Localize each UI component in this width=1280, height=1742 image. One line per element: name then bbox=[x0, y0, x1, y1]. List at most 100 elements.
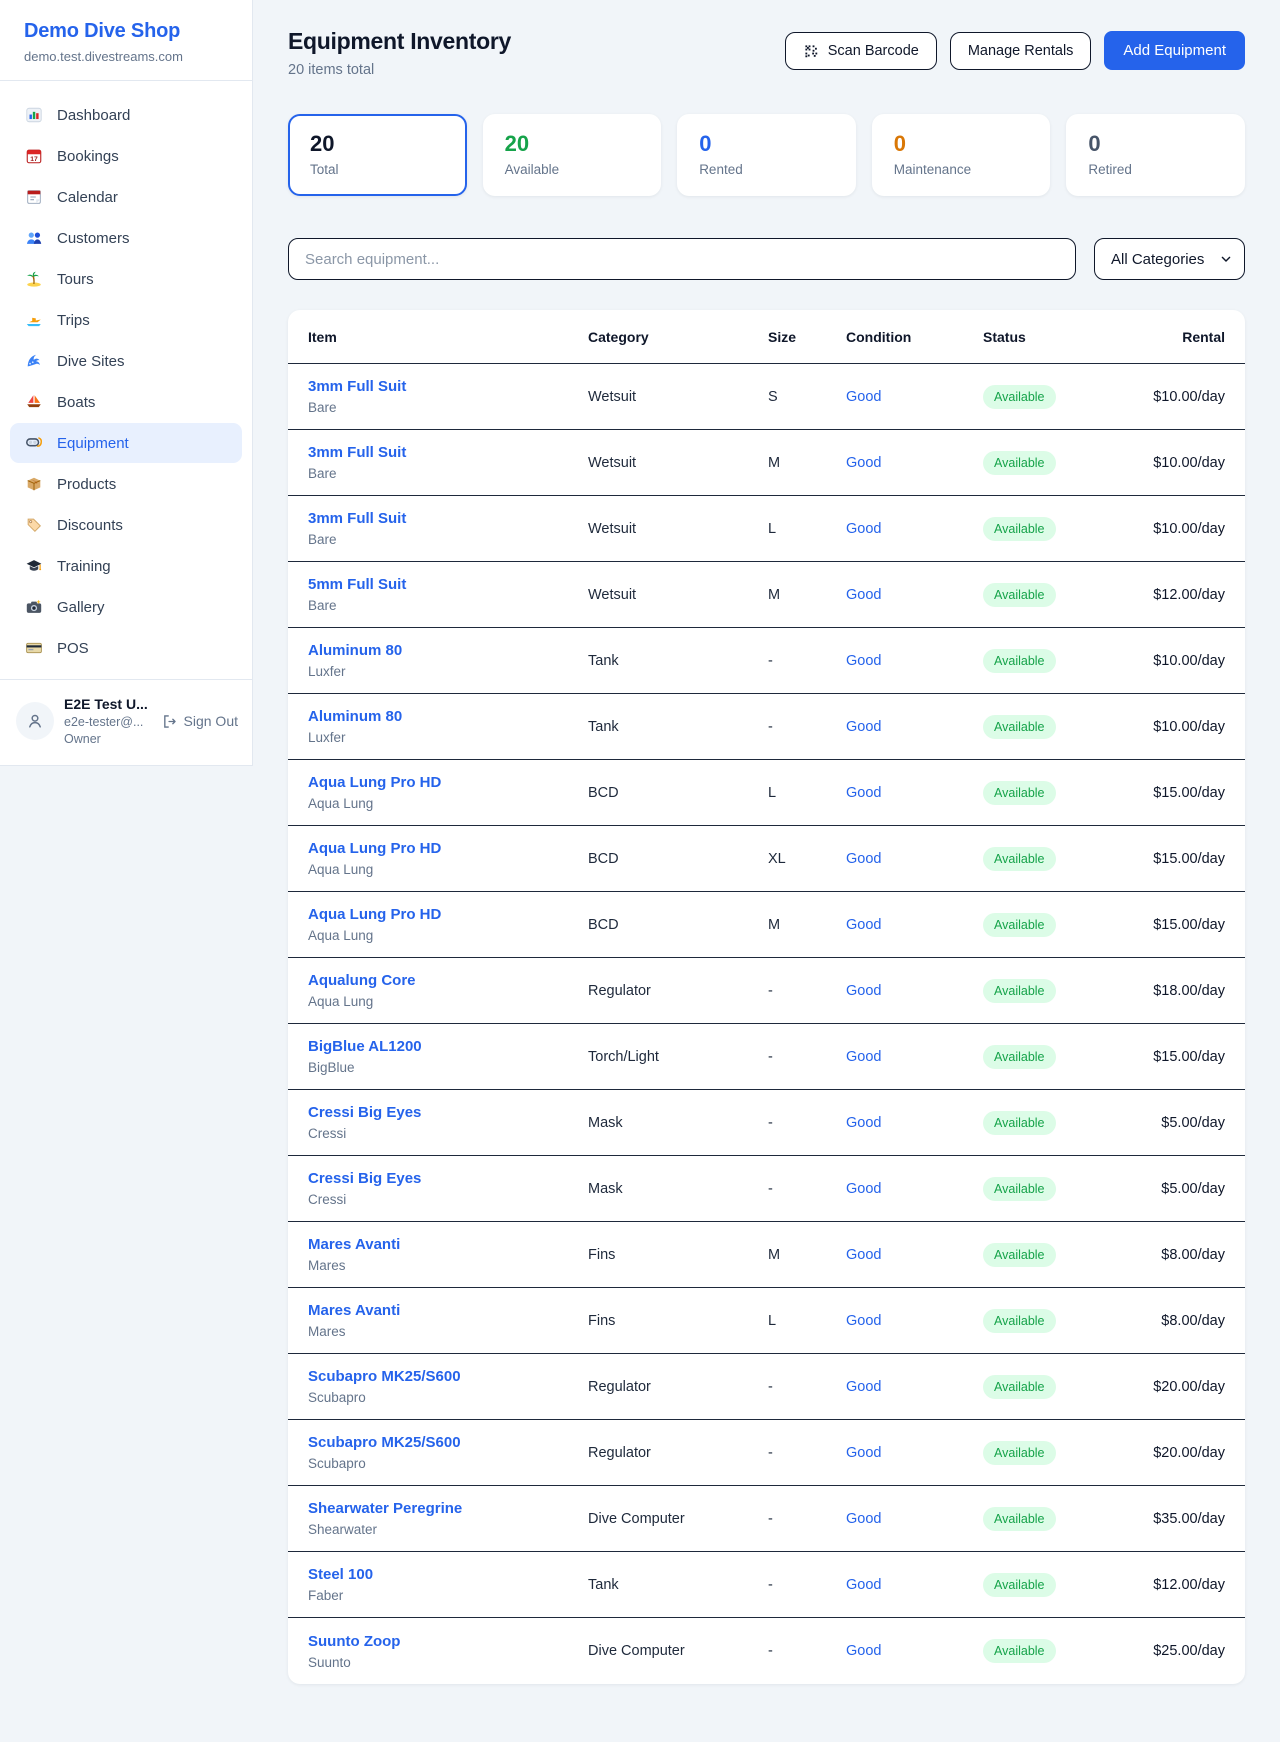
scan-barcode-button[interactable]: Scan Barcode bbox=[785, 32, 937, 70]
item-condition-link[interactable]: Good bbox=[846, 1115, 881, 1131]
item-name-link[interactable]: Aqua Lung Pro HD bbox=[308, 906, 588, 923]
add-equipment-button[interactable]: Add Equipment bbox=[1104, 31, 1245, 70]
stats-row: 20 Total 20 Available 0 Rented 0 Mainten… bbox=[288, 114, 1245, 196]
item-name-link[interactable]: Aqualung Core bbox=[308, 972, 588, 989]
sidebar-item-label: Training bbox=[57, 558, 111, 575]
category-filter-select[interactable]: All Categories bbox=[1094, 238, 1245, 280]
item-condition-link[interactable]: Good bbox=[846, 1445, 881, 1461]
item-size: - bbox=[768, 719, 846, 735]
item-condition-link[interactable]: Good bbox=[846, 983, 881, 999]
sidebar-item-label: Calendar bbox=[57, 189, 118, 206]
item-size: - bbox=[768, 1511, 846, 1527]
sign-out-icon bbox=[161, 713, 178, 730]
item-rental-rate: $10.00/day bbox=[1135, 389, 1225, 405]
item-condition-link[interactable]: Good bbox=[846, 719, 881, 735]
sidebar-item-training[interactable]: Training bbox=[10, 546, 242, 586]
pos-icon bbox=[25, 639, 43, 657]
item-name-link[interactable]: 5mm Full Suit bbox=[308, 576, 588, 593]
item-condition-link[interactable]: Good bbox=[846, 1313, 881, 1329]
stat-card-maintenance[interactable]: 0 Maintenance bbox=[872, 114, 1051, 196]
sidebar-item-boats[interactable]: Boats bbox=[10, 382, 242, 422]
item-brand: Scubapro bbox=[308, 1390, 588, 1405]
item-condition-link[interactable]: Good bbox=[846, 587, 881, 603]
column-header-status: Status bbox=[983, 329, 1135, 345]
status-badge: Available bbox=[983, 979, 1056, 1003]
item-rental-rate: $10.00/day bbox=[1135, 521, 1225, 537]
calendar-icon bbox=[25, 188, 43, 206]
sidebar-item-discounts[interactable]: Discounts bbox=[10, 505, 242, 545]
item-condition-link[interactable]: Good bbox=[846, 389, 881, 405]
manage-rentals-button[interactable]: Manage Rentals bbox=[950, 32, 1092, 70]
sidebar-item-trips[interactable]: Trips bbox=[10, 300, 242, 340]
sign-out-button[interactable]: Sign Out bbox=[161, 713, 238, 730]
brand-name[interactable]: Demo Dive Shop bbox=[24, 20, 228, 43]
item-rental-rate: $8.00/day bbox=[1135, 1313, 1225, 1329]
item-name-link[interactable]: Aqua Lung Pro HD bbox=[308, 774, 588, 791]
item-name-link[interactable]: Steel 100 bbox=[308, 1566, 588, 1583]
sidebar-item-equipment[interactable]: Equipment bbox=[10, 423, 242, 463]
item-condition-link[interactable]: Good bbox=[846, 785, 881, 801]
sidebar-item-label: Bookings bbox=[57, 148, 119, 165]
item-rental-rate: $10.00/day bbox=[1135, 719, 1225, 735]
header-actions: Scan Barcode Manage Rentals Add Equipmen… bbox=[785, 31, 1245, 70]
item-brand: Aqua Lung bbox=[308, 796, 588, 811]
sidebar-item-products[interactable]: Products bbox=[10, 464, 242, 504]
status-badge: Available bbox=[983, 1441, 1056, 1465]
stat-card-total[interactable]: 20 Total bbox=[288, 114, 467, 196]
item-name-link[interactable]: 3mm Full Suit bbox=[308, 378, 588, 395]
user-name: E2E Test U... bbox=[64, 695, 148, 714]
item-name-link[interactable]: 3mm Full Suit bbox=[308, 510, 588, 527]
item-condition-link[interactable]: Good bbox=[846, 1379, 881, 1395]
item-name-link[interactable]: Shearwater Peregrine bbox=[308, 1500, 588, 1517]
item-condition-link[interactable]: Good bbox=[846, 1049, 881, 1065]
sidebar-item-tours[interactable]: Tours bbox=[10, 259, 242, 299]
item-condition-link[interactable]: Good bbox=[846, 455, 881, 471]
sidebar-item-calendar[interactable]: Calendar bbox=[10, 177, 242, 217]
item-name-link[interactable]: Cressi Big Eyes bbox=[308, 1170, 588, 1187]
item-size: M bbox=[768, 1247, 846, 1263]
item-condition-link[interactable]: Good bbox=[846, 851, 881, 867]
sidebar-item-gallery[interactable]: Gallery bbox=[10, 587, 242, 627]
item-condition-link[interactable]: Good bbox=[846, 1643, 881, 1659]
table-row: Cressi Big Eyes Cressi Mask - Good Avail… bbox=[288, 1156, 1245, 1222]
table-row: Mares Avanti Mares Fins M Good Available… bbox=[288, 1222, 1245, 1288]
item-condition-link[interactable]: Good bbox=[846, 1247, 881, 1263]
sidebar-item-dive-sites[interactable]: Dive Sites bbox=[10, 341, 242, 381]
item-name-link[interactable]: Mares Avanti bbox=[308, 1302, 588, 1319]
search-input[interactable] bbox=[288, 238, 1076, 280]
item-condition-link[interactable]: Good bbox=[846, 521, 881, 537]
stat-card-retired[interactable]: 0 Retired bbox=[1066, 114, 1245, 196]
item-condition-link[interactable]: Good bbox=[846, 1577, 881, 1593]
stat-card-available[interactable]: 20 Available bbox=[483, 114, 662, 196]
item-name-link[interactable]: Scubapro MK25/S600 bbox=[308, 1368, 588, 1385]
item-name-link[interactable]: 3mm Full Suit bbox=[308, 444, 588, 461]
sidebar-item-dashboard[interactable]: Dashboard bbox=[10, 95, 242, 135]
item-rental-rate: $20.00/day bbox=[1135, 1445, 1225, 1461]
user-section: E2E Test U... e2e-tester@... Owner Sign … bbox=[0, 679, 252, 765]
item-name-link[interactable]: Suunto Zoop bbox=[308, 1633, 588, 1650]
column-header-condition: Condition bbox=[846, 329, 983, 345]
item-condition-link[interactable]: Good bbox=[846, 1511, 881, 1527]
item-name-link[interactable]: Scubapro MK25/S600 bbox=[308, 1434, 588, 1451]
item-name-link[interactable]: Cressi Big Eyes bbox=[308, 1104, 588, 1121]
item-brand: Bare bbox=[308, 532, 588, 547]
item-condition-link[interactable]: Good bbox=[846, 917, 881, 933]
item-name-link[interactable]: Aqua Lung Pro HD bbox=[308, 840, 588, 857]
stat-card-rented[interactable]: 0 Rented bbox=[677, 114, 856, 196]
item-size: - bbox=[768, 1049, 846, 1065]
item-category: Dive Computer bbox=[588, 1643, 768, 1659]
sidebar-item-pos[interactable]: POS bbox=[10, 628, 242, 668]
item-name-link[interactable]: BigBlue AL1200 bbox=[308, 1038, 588, 1055]
item-condition-link[interactable]: Good bbox=[846, 653, 881, 669]
status-badge: Available bbox=[983, 715, 1056, 739]
item-name-link[interactable]: Aluminum 80 bbox=[308, 708, 588, 725]
item-size: - bbox=[768, 1577, 846, 1593]
sidebar-item-bookings[interactable]: 17 Bookings bbox=[10, 136, 242, 176]
item-name-link[interactable]: Aluminum 80 bbox=[308, 642, 588, 659]
stat-value: 20 bbox=[505, 131, 640, 157]
sidebar-item-customers[interactable]: Customers bbox=[10, 218, 242, 258]
logo-block: Demo Dive Shop demo.test.divestreams.com bbox=[0, 0, 252, 81]
sidebar-nav: Dashboard 17 Bookings Calendar Customers… bbox=[0, 81, 252, 679]
item-condition-link[interactable]: Good bbox=[846, 1181, 881, 1197]
item-name-link[interactable]: Mares Avanti bbox=[308, 1236, 588, 1253]
